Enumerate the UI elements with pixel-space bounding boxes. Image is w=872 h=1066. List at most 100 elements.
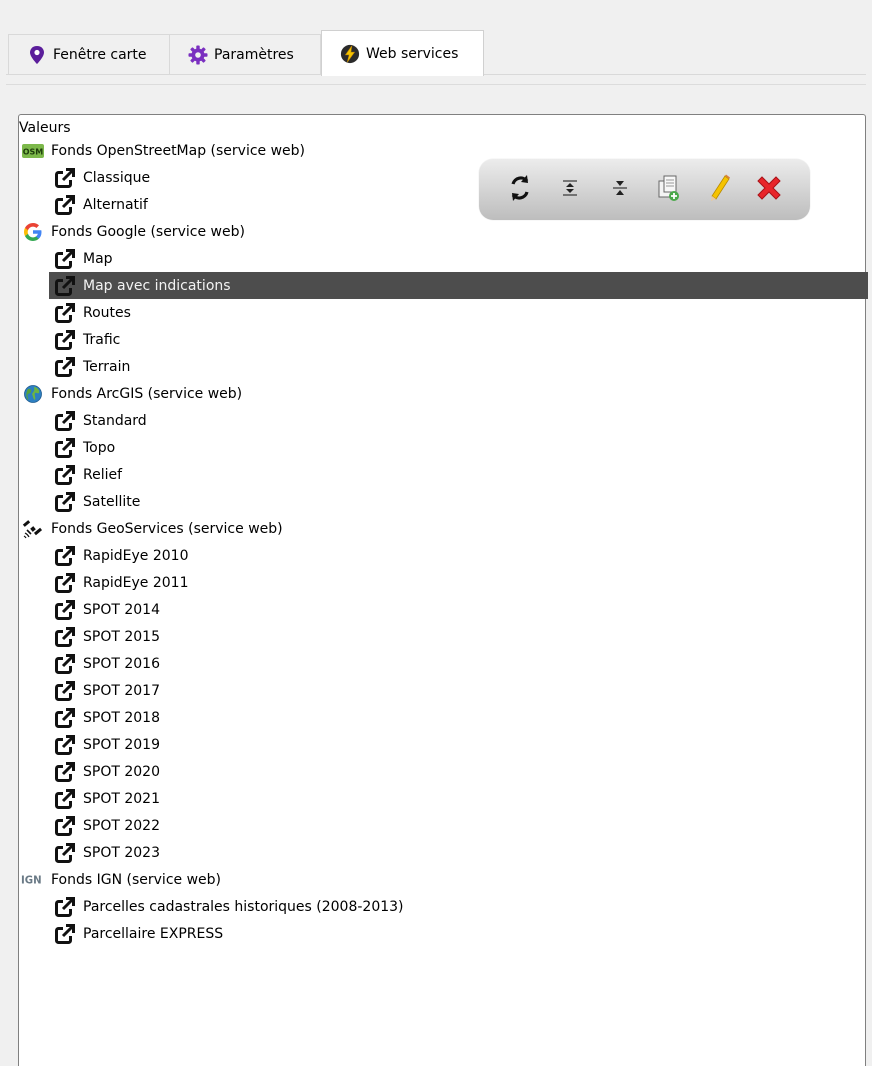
- tree-item-label: RapidEye 2011: [83, 574, 189, 591]
- external-link-icon: [53, 707, 77, 729]
- tree-item-spot-2018[interactable]: SPOT 2018: [19, 704, 160, 731]
- web-services-tree-panel: Valeurs OSM Fonds OpenStreetMap (service…: [18, 114, 868, 1066]
- tree-group-ign[interactable]: IGN Fonds IGN (service web): [19, 866, 221, 893]
- osm-logo-text: OSM: [23, 147, 44, 156]
- external-link-icon: [53, 626, 77, 648]
- tree-group-label: Fonds OpenStreetMap (service web): [51, 142, 306, 159]
- tree-item-alternatif[interactable]: Alternatif: [19, 191, 148, 218]
- expand-all-button[interactable]: [552, 172, 588, 208]
- tree-item-label: Parcelles cadastrales historiques (2008-…: [83, 898, 404, 915]
- tree-item-standard[interactable]: Standard: [19, 407, 147, 434]
- tree-group-openstreetmap[interactable]: OSM Fonds OpenStreetMap (service web): [19, 137, 305, 164]
- refresh-button[interactable]: [502, 172, 538, 208]
- tree-item-relief[interactable]: Relief: [19, 461, 122, 488]
- collapse-all-button[interactable]: [602, 172, 638, 208]
- external-link-icon: [53, 167, 77, 189]
- tab-label: Web services: [366, 45, 459, 62]
- tree-item-label: Standard: [83, 412, 147, 429]
- tree-item-map[interactable]: Map: [19, 245, 113, 272]
- collapse-icon: [610, 178, 630, 202]
- tree-item-parcellaire-express[interactable]: Parcellaire EXPRESS: [19, 920, 223, 947]
- tree-item-label: Trafic: [83, 331, 121, 348]
- tree-item-spot-2015[interactable]: SPOT 2015: [19, 623, 160, 650]
- gear-icon: [188, 45, 208, 65]
- tab-web-services[interactable]: Web services: [321, 30, 484, 76]
- tree-item-spot-2017[interactable]: SPOT 2017: [19, 677, 160, 704]
- tree-item-map-avec-indications[interactable]: Map avec indications: [49, 272, 868, 299]
- tree-group-arcgis[interactable]: Fonds ArcGIS (service web): [19, 380, 242, 407]
- external-link-icon: [53, 923, 77, 945]
- globe-icon: [21, 383, 45, 405]
- tree-item-spot-2014[interactable]: SPOT 2014: [19, 596, 160, 623]
- tab-label: Paramètres: [214, 47, 294, 63]
- tree-item-terrain[interactable]: Terrain: [19, 353, 130, 380]
- tree-group-label: Fonds GeoServices (service web): [51, 520, 283, 537]
- tree-group-label: Fonds Google (service web): [51, 223, 245, 240]
- tree-item-routes[interactable]: Routes: [19, 299, 131, 326]
- tree-item-label: Map: [83, 250, 113, 267]
- tree-item-label: Terrain: [83, 358, 131, 375]
- delete-button[interactable]: [751, 172, 787, 208]
- external-link-icon: [53, 788, 77, 810]
- external-link-icon: [53, 437, 77, 459]
- floating-toolbar: [479, 159, 810, 220]
- tree-item-label: SPOT 2015: [83, 628, 160, 645]
- tab-label: Fenêtre carte: [53, 47, 147, 63]
- tree-item-label: SPOT 2016: [83, 655, 160, 672]
- tree-item-label: Satellite: [83, 493, 141, 510]
- tree-item-trafic[interactable]: Trafic: [19, 326, 120, 353]
- map-pin-icon: [27, 45, 47, 65]
- tree-item-spot-2019[interactable]: SPOT 2019: [19, 731, 160, 758]
- edit-button[interactable]: [701, 172, 737, 208]
- tree-item-label: SPOT 2020: [83, 763, 160, 780]
- tree-item-label: RapidEye 2010: [83, 547, 189, 564]
- external-link-icon: [53, 248, 77, 270]
- tree-item-topo[interactable]: Topo: [19, 434, 115, 461]
- tree-item-parcelles-cadastrales-historiques[interactable]: Parcelles cadastrales historiques (2008-…: [19, 893, 404, 920]
- tree-item-label: Map avec indications: [83, 277, 231, 294]
- tree-item-label: SPOT 2021: [83, 790, 160, 807]
- tree-item-spot-2022[interactable]: SPOT 2022: [19, 812, 160, 839]
- tree-item-label: Alternatif: [83, 196, 148, 213]
- tab-parametres[interactable]: Paramètres: [169, 34, 321, 75]
- external-link-icon: [53, 410, 77, 432]
- tree-group-label: Fonds IGN (service web): [51, 871, 221, 888]
- tree-group-google[interactable]: Fonds Google (service web): [19, 218, 245, 245]
- external-link-icon: [53, 896, 77, 918]
- external-link-icon: [53, 275, 77, 297]
- tab-fenetre-carte[interactable]: Fenêtre carte: [8, 34, 170, 75]
- external-link-icon: [53, 653, 77, 675]
- tree-item-label: Routes: [83, 304, 131, 321]
- tree-item-spot-2023[interactable]: SPOT 2023: [19, 839, 160, 866]
- ign-logo-text: IGN: [21, 875, 42, 886]
- tree-item-rapideye-2010[interactable]: RapidEye 2010: [19, 542, 189, 569]
- column-header-valeurs[interactable]: Valeurs: [19, 115, 865, 137]
- tree-item-satellite[interactable]: Satellite: [19, 488, 140, 515]
- tree-item-label: Topo: [83, 439, 116, 456]
- tree-item-spot-2016[interactable]: SPOT 2016: [19, 650, 160, 677]
- tree-item-label: SPOT 2022: [83, 817, 160, 834]
- tree-item-label: SPOT 2023: [83, 844, 160, 861]
- google-icon: [21, 221, 45, 243]
- add-copy-button[interactable]: [651, 172, 687, 208]
- tree-group-geoservices[interactable]: Fonds GeoServices (service web): [19, 515, 283, 542]
- refresh-icon: [505, 172, 535, 208]
- tree-group-label: Fonds ArcGIS (service web): [51, 385, 243, 402]
- tree-item-rapideye-2011[interactable]: RapidEye 2011: [19, 569, 189, 596]
- expand-icon: [560, 178, 580, 202]
- external-link-icon: [53, 815, 77, 837]
- external-link-icon: [53, 599, 77, 621]
- tree-item-spot-2021[interactable]: SPOT 2021: [19, 785, 160, 812]
- tree-item-classique[interactable]: Classique: [19, 164, 150, 191]
- tree-item-spot-2020[interactable]: SPOT 2020: [19, 758, 160, 785]
- tree-item-label: SPOT 2018: [83, 709, 160, 726]
- tree-item-label: Relief: [83, 466, 123, 483]
- tree-item-label: Parcellaire EXPRESS: [83, 925, 224, 942]
- external-link-icon: [53, 761, 77, 783]
- external-link-icon: [53, 329, 77, 351]
- external-link-icon: [53, 545, 77, 567]
- external-link-icon: [53, 734, 77, 756]
- external-link-icon: [53, 194, 77, 216]
- add-copy-icon: [656, 173, 682, 207]
- lightning-icon: [340, 44, 360, 64]
